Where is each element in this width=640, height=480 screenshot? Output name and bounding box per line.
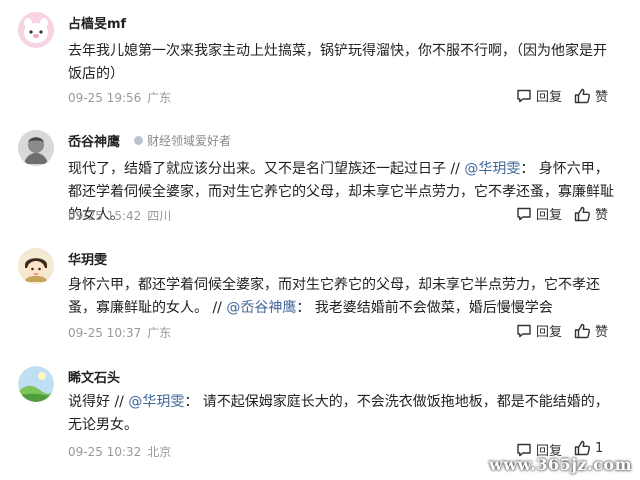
like-label: 赞 (595, 90, 609, 105)
comment-text: 说得好 // @华玥雯： 请不起保姆家庭长大的，不会洗衣做饭拖地板，都是不能结婚… (68, 391, 620, 437)
user-badge: 财经领域爱好者 (134, 132, 231, 149)
comment-item: 华玥雯 身怀六甲，都还学着伺候全婆家，而对生它养它的父母，却未享它半点劳力，它不… (0, 236, 640, 354)
comment-meta: 09-25 15:42 四川 (68, 207, 171, 224)
avatar[interactable] (18, 12, 54, 48)
comment-text-segment: 说得好 // (68, 394, 129, 410)
watermark: www.365jz.com (489, 455, 632, 474)
comment-text-segment: ： 我老婆结婚前不会做菜，婚后慢慢学会 (296, 300, 553, 316)
location: 北京 (147, 445, 172, 459)
reply-button[interactable]: 回复 (516, 321, 562, 340)
mention-link[interactable]: @华玥雯 (128, 394, 184, 410)
location: 广东 (147, 91, 172, 105)
speech-bubble-icon (517, 324, 531, 337)
like-button[interactable]: 赞 (574, 321, 608, 340)
thumbs-up-icon (574, 206, 591, 221)
location: 广东 (147, 326, 172, 340)
like-label: 赞 (595, 208, 609, 223)
username[interactable]: 占樯旻mf (68, 13, 126, 32)
comment-text: 去年我儿媳第一次来我家主动上灶搞菜，锅铲玩得溜快，你不服不行啊，（因为他家是开饭… (68, 40, 620, 86)
avatar[interactable] (18, 130, 54, 166)
timestamp: 09-25 10:32 (68, 445, 142, 459)
reply-label: 回复 (536, 325, 563, 340)
comment-meta: 09-25 10:32 北京 (68, 443, 171, 460)
avatar[interactable] (18, 366, 54, 402)
timestamp: 09-25 10:37 (68, 326, 142, 340)
comment-item: 占樯旻mf 去年我儿媳第一次来我家主动上灶搞菜，锅铲玩得溜快，你不服不行啊，（因… (0, 0, 640, 118)
thumbs-up-icon (574, 323, 591, 338)
avatar[interactable] (18, 248, 54, 284)
comment-text-segment: 去年我儿媳第一次来我家主动上灶搞菜，锅铲玩得溜快，你不服不行啊，（因为他家是开饭… (68, 43, 607, 82)
badge-label: 财经领域爱好者 (147, 134, 232, 148)
badge-icon (134, 136, 143, 145)
location: 四川 (147, 209, 172, 223)
timestamp: 09-25 19:56 (68, 91, 142, 105)
reply-label: 回复 (536, 208, 563, 223)
thumbs-up-icon (574, 440, 591, 456)
like-label: 赞 (595, 325, 609, 340)
comment-item: 岙谷神鹰 财经领域爱好者 现代了，结婚了就应该分出来。又不是名门望族还一起过日子… (0, 118, 640, 236)
comment-text-segment: 现代了，结婚了就应该分出来。又不是名门望族还一起过日子 // (68, 161, 465, 177)
username[interactable]: 岙谷神鹰 (68, 131, 120, 150)
timestamp: 09-25 15:42 (68, 209, 142, 223)
reply-button[interactable]: 回复 (516, 204, 562, 223)
username[interactable]: 华玥雯 (68, 249, 107, 268)
mention-link[interactable]: @华玥雯 (464, 161, 520, 177)
mention-link[interactable]: @岙谷神鹰 (226, 300, 296, 316)
reply-label: 回复 (536, 90, 563, 105)
comment-meta: 09-25 10:37 广东 (68, 324, 171, 341)
like-count: 1 (595, 440, 604, 456)
like-button[interactable]: 赞 (574, 86, 608, 105)
reply-button[interactable]: 回复 (516, 86, 562, 105)
username[interactable]: 睎文石头 (68, 367, 120, 386)
speech-bubble-icon (517, 89, 531, 102)
comment-meta: 09-25 19:56 广东 (68, 89, 171, 106)
speech-bubble-icon (517, 207, 531, 220)
comment-text: 身怀六甲，都还学着伺候全婆家，而对生它养它的父母，却未享它半点劳力，它不孝还蚤，… (68, 274, 620, 320)
like-button[interactable]: 赞 (574, 204, 608, 223)
like-button[interactable]: 1 (574, 440, 603, 456)
thumbs-up-icon (574, 88, 591, 103)
